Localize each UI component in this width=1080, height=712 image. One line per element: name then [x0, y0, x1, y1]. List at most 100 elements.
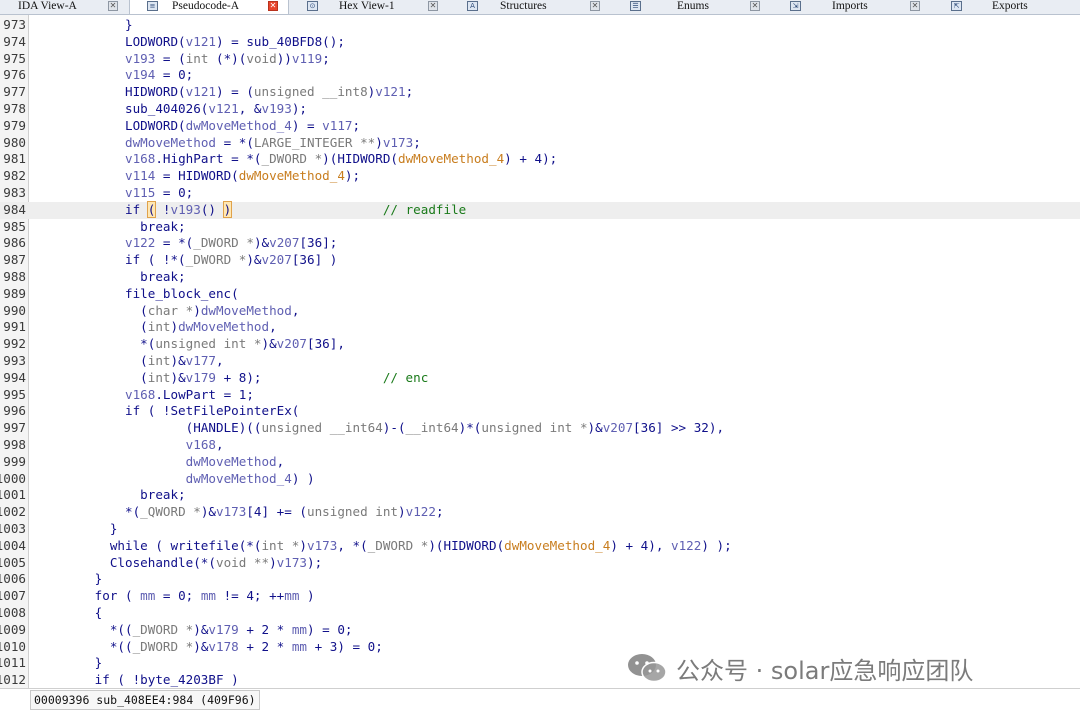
code-line[interactable]: 995 v168.LowPart = 1; — [0, 387, 1080, 404]
code-token: ; — [435, 504, 444, 520]
code-token: v122 — [125, 235, 156, 251]
code-token: unsigned int * — [481, 420, 588, 436]
code-token: , *( — [337, 537, 368, 553]
code-text: } — [34, 521, 118, 538]
code-token: .HighPart = *( — [155, 151, 262, 167]
code-line[interactable]: 984 if ( !v193() ) // readfile — [0, 200, 1080, 219]
code-line[interactable]: 979 LODWORD(dwMoveMethod_4) = v117; — [0, 118, 1080, 135]
close-icon[interactable]: ✕ — [750, 1, 760, 11]
code-token: for ( — [34, 588, 141, 604]
tab-ida-view-a[interactable]: IDA View-A ✕ — [0, 0, 128, 14]
code-line[interactable]: 977 HIDWORD(v121) = (unsigned __int8)v12… — [0, 84, 1080, 101]
code-token: , — [291, 302, 300, 318]
code-line[interactable]: 976 v194 = 0; — [0, 67, 1080, 84]
code-text: v168, — [34, 437, 224, 454]
code-token: mm — [291, 621, 308, 637]
code-line[interactable]: 975 v193 = (int (*)(void))v119; — [0, 51, 1080, 68]
code-line[interactable]: 1007 for ( mm = 0; mm != 4; ++mm ) — [0, 588, 1080, 605]
code-line[interactable]: 983 v115 = 0; — [0, 185, 1080, 202]
tab-enums[interactable]: ☰ Enums ✕ — [620, 0, 770, 14]
tab-structures[interactable]: A Structures ✕ — [456, 0, 610, 14]
code-token: (HANDLE)(( — [34, 420, 262, 436]
code-token: ; — [352, 117, 361, 133]
code-token: dwMoveMethod — [178, 319, 270, 335]
code-token: ) = ( — [216, 84, 254, 100]
line-number: 975 — [3, 50, 26, 66]
code-token: ( — [34, 302, 148, 318]
line-number: 1006 — [0, 571, 26, 587]
code-line[interactable]: 981 v168.HighPart = *(_DWORD *)(HIDWORD(… — [0, 151, 1080, 168]
code-text: v194 = 0; — [34, 67, 193, 84]
tab-label: Structures — [500, 0, 547, 12]
code-line[interactable]: 1011 } — [0, 655, 1080, 672]
code-token: if — [34, 201, 148, 217]
code-token: v117 — [322, 117, 353, 133]
code-line[interactable]: 1004 while ( writefile(*(int *)v173, *(_… — [0, 538, 1080, 555]
code-text: if ( !*(_DWORD *)&v207[36] ) — [34, 252, 337, 269]
pseudocode-view[interactable]: 973 } 974 LODWORD(v121) = sub_40BFD8(); 97… — [0, 15, 1080, 688]
code-token: ) — [375, 134, 383, 150]
code-text: sub_404026(v121, &v193); — [34, 101, 307, 118]
code-line[interactable]: 978 sub_404026(v121, &v193); — [0, 101, 1080, 118]
code-line[interactable]: 1008 { — [0, 605, 1080, 622]
code-line[interactable]: 985 break; — [0, 219, 1080, 236]
code-line[interactable]: 989 file_block_enc( — [0, 286, 1080, 303]
close-icon[interactable]: ✕ — [108, 1, 118, 11]
code-line[interactable]: 1010 *((_DWORD *)&v178 + 2 * mm + 3) = 0… — [0, 639, 1080, 656]
code-line[interactable]: 1003 } — [0, 521, 1080, 538]
code-line[interactable]: 974 LODWORD(v121) = sub_40BFD8(); — [0, 34, 1080, 51]
code-token: + 3) = 0; — [307, 638, 383, 654]
code-line[interactable]: 990 (char *)dwMoveMethod, — [0, 303, 1080, 320]
code-line[interactable]: 1012 if ( !byte_4203BF ) — [0, 672, 1080, 688]
code-line[interactable]: 973 } — [0, 17, 1080, 34]
code-text: v168.HighPart = *(_DWORD *)(HIDWORD(dwMo… — [34, 151, 557, 168]
code-line[interactable]: 1000 dwMoveMethod_4) ) — [0, 471, 1080, 488]
code-line[interactable]: 998 v168, — [0, 437, 1080, 454]
code-line[interactable]: 986 v122 = *(_DWORD *)&v207[36]; — [0, 235, 1080, 252]
close-icon[interactable]: ✕ — [910, 1, 920, 11]
code-text: (HANDLE)((unsigned __int64)-(__int64)*(u… — [34, 420, 724, 437]
code-text: *(_QWORD *)&v173[4] += (unsigned int)v12… — [34, 504, 444, 521]
code-token: unsigned int * — [155, 336, 262, 352]
tab-exports[interactable]: ⇱ Exports — [940, 0, 1080, 14]
code-line[interactable]: 992 *(unsigned int *)&v207[36], — [0, 336, 1080, 353]
code-token: , — [269, 319, 277, 335]
code-token: *(( — [34, 621, 133, 637]
close-icon[interactable]: ✕ — [428, 1, 438, 11]
code-line[interactable]: 988 break; — [0, 269, 1080, 286]
tab-imports[interactable]: ⇲ Imports ✕ — [780, 0, 930, 14]
close-icon[interactable]: ✕ — [268, 1, 278, 11]
code-line[interactable]: 999 dwMoveMethod, — [0, 454, 1080, 471]
code-token: dwMoveMethod — [200, 302, 292, 318]
code-token: v173 — [306, 537, 338, 553]
code-line[interactable]: 987 if ( !*(_DWORD *)&v207[36] ) — [0, 252, 1080, 269]
code-token: v207 — [602, 420, 634, 436]
code-line[interactable]: 1001 break; — [0, 487, 1080, 504]
code-token: != 4; ++ — [216, 588, 285, 604]
code-line[interactable]: 994 (int)&v179 + 8); // enc — [0, 370, 1080, 387]
line-number: 993 — [3, 353, 26, 368]
code-token: ) — [193, 302, 201, 318]
code-line[interactable]: 1005 Closehandle(*(void **)v173); — [0, 555, 1080, 572]
code-line[interactable]: 997 (HANDLE)((unsigned __int64)-(__int64… — [0, 420, 1080, 437]
code-token: v179 — [185, 369, 216, 385]
tab-hex-view-1[interactable]: ⊙ Hex View-1 ✕ — [296, 0, 446, 14]
code-token: v177 — [185, 353, 216, 368]
code-line[interactable]: 980 dwMoveMethod = *(LARGE_INTEGER **)v1… — [0, 135, 1080, 152]
code-line[interactable]: 991 (int)dwMoveMethod, — [0, 319, 1080, 336]
code-line[interactable]: 993 (int)&v177, — [0, 353, 1080, 370]
code-line[interactable]: 1006 } — [0, 571, 1080, 588]
tab-pseudocode-a[interactable]: ≡ Pseudocode-A ✕ — [129, 0, 289, 14]
line-number: 973 — [3, 17, 26, 32]
code-line[interactable]: 1009 *((_DWORD *)&v179 + 2 * mm) = 0; — [0, 622, 1080, 639]
code-token: .LowPart = 1; — [155, 386, 254, 402]
code-line[interactable]: 996 if ( !SetFilePointerEx( — [0, 403, 1080, 420]
code-text: } — [34, 655, 103, 672]
code-token: { — [34, 605, 103, 620]
close-icon[interactable]: ✕ — [590, 1, 600, 11]
code-token: v193 — [261, 101, 292, 116]
code-token: int — [185, 50, 209, 66]
code-line[interactable]: 982 v114 = HIDWORD(dwMoveMethod_4); — [0, 168, 1080, 185]
code-line[interactable]: 1002 *(_QWORD *)&v173[4] += (unsigned in… — [0, 504, 1080, 521]
code-text: LODWORD(v121) = sub_40BFD8(); — [34, 34, 345, 51]
